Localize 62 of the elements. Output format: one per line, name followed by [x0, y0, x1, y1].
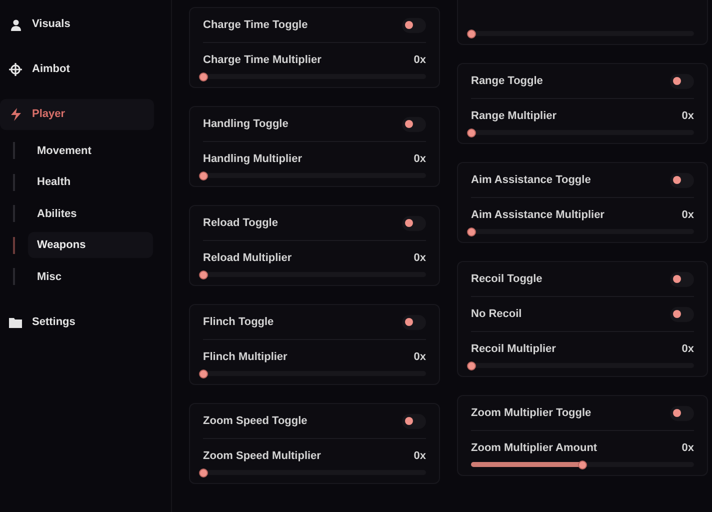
sidebar-item[interactable]: Aimbot: [0, 54, 154, 85]
lightning-icon: [10, 108, 22, 121]
toggle-label: Zoom Multiplier Toggle: [471, 406, 592, 421]
slider-value: 0x: [414, 448, 426, 464]
toggle-switch[interactable]: [402, 216, 426, 230]
slider-thumb[interactable]: [466, 128, 476, 137]
slider-label: Range Multiplier: [471, 108, 557, 124]
slider-value: 0x: [682, 208, 694, 223]
slider-label: Recoil Multiplier: [471, 342, 556, 357]
slider-value: 0x: [414, 52, 426, 68]
sidebar-subitem[interactable]: Movement: [28, 138, 153, 164]
toggle-switch[interactable]: [402, 314, 426, 330]
toggle-label: Range Toggle: [471, 74, 543, 89]
slider-thumb[interactable]: [578, 460, 587, 469]
slider-label: Reload Multiplier: [203, 250, 292, 266]
toggle-switch[interactable]: [402, 18, 426, 32]
sidebar-item[interactable]: Visuals: [0, 9, 154, 40]
slider-thumb[interactable]: [198, 171, 208, 180]
slider-value: 0x: [682, 108, 694, 124]
slider-value: 0x: [682, 342, 694, 357]
slider-thumb[interactable]: [198, 72, 208, 81]
slider-thumb[interactable]: [466, 361, 476, 370]
toggle-label: Charge Time Toggle: [203, 18, 308, 33]
slider-label: Charge Time Multiplier: [203, 52, 322, 68]
slider-label: Aim Assistance Multiplier: [471, 208, 604, 223]
slider-value: 0x: [414, 250, 426, 266]
sidebar-item[interactable]: Settings: [0, 306, 154, 338]
toggle-switch[interactable]: [670, 406, 694, 420]
toggle-label: Zoom Speed Toggle: [203, 414, 308, 429]
toggle-label: Aim Assistance Toggle: [471, 172, 591, 188]
toggle-switch[interactable]: [670, 306, 694, 322]
slider-value: 0x: [682, 440, 694, 456]
slider-thumb[interactable]: [198, 369, 208, 378]
folder-icon: [9, 316, 22, 328]
slider-label: Flinch Multiplier: [203, 350, 288, 365]
toggle-switch[interactable]: [670, 172, 694, 188]
sidebar-item[interactable]: Player: [0, 99, 154, 130]
person-icon: [10, 18, 22, 30]
slider-value: 0x: [414, 152, 426, 167]
sidebar-subitem[interactable]: Health: [28, 169, 153, 196]
crosshair-icon: [9, 63, 22, 76]
slider-thumb[interactable]: [198, 270, 208, 279]
sidebar-subitem[interactable]: Weapons: [28, 232, 153, 258]
slider-label: Handling Multiplier: [203, 152, 302, 167]
sidebar-subitem[interactable]: Abilites: [28, 200, 153, 227]
slider-thumb[interactable]: [466, 227, 476, 236]
slider-label: Zoom Multiplier Amount: [471, 440, 598, 456]
toggle-label: Recoil Toggle: [471, 272, 542, 287]
sidebar-subitem[interactable]: Misc: [28, 264, 153, 290]
toggle-label: Handling Toggle: [203, 116, 288, 132]
slider-thumb[interactable]: [198, 468, 208, 477]
slider-track[interactable]: [471, 462, 694, 467]
toggle-label: Flinch Toggle: [203, 314, 274, 330]
slider-label: Zoom Speed Multiplier: [203, 448, 321, 464]
toggle-switch[interactable]: [402, 414, 426, 428]
toggle-label: No Recoil: [471, 306, 522, 322]
toggle-switch[interactable]: [402, 116, 426, 132]
toggle-switch[interactable]: [670, 74, 694, 88]
slider-value: 0x: [414, 350, 426, 365]
toggle-label: Reload Toggle: [203, 216, 278, 231]
toggle-switch[interactable]: [670, 272, 694, 286]
slider-thumb[interactable]: [466, 29, 476, 38]
